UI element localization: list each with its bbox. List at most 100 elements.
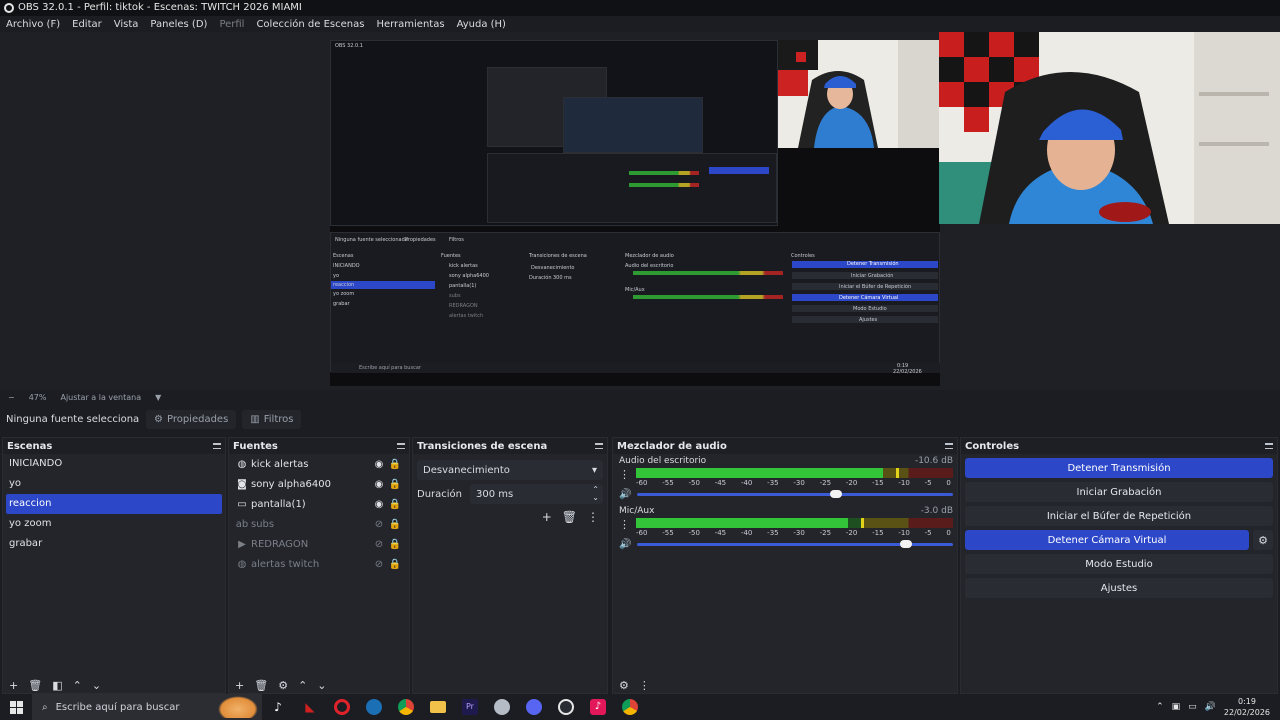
lock-icon[interactable]: 🔒 [387, 479, 403, 490]
gear-icon[interactable]: ⚙ [278, 679, 288, 692]
lock-icon[interactable]: 🔒 [387, 459, 403, 470]
start-replay-buffer-button[interactable]: Iniciar el Búfer de Repetición [965, 506, 1273, 526]
opera-icon[interactable] [326, 694, 358, 720]
scene-item[interactable]: INICIANDO [3, 454, 225, 474]
menu-vista[interactable]: Vista [114, 19, 139, 30]
more-options-icon[interactable]: ⋮ [639, 679, 650, 692]
move-down-icon[interactable]: ⌄ [317, 679, 326, 692]
chevron-up-icon[interactable]: ⌃ [1156, 702, 1164, 712]
scene-item[interactable]: grabar [3, 534, 225, 554]
menu-ayuda[interactable]: Ayuda (H) [457, 19, 506, 30]
preview-area[interactable]: OBS 32.0.1 Ninguna fuente seleccionada P… [0, 32, 1280, 390]
add-icon[interactable]: + [542, 510, 552, 524]
settings-button[interactable]: Ajustes [965, 578, 1273, 598]
properties-button[interactable]: ⚙ Propiedades [146, 409, 237, 429]
scene-item[interactable]: yo [3, 474, 225, 494]
display-icon[interactable]: ▭ [1188, 702, 1197, 712]
scene-item[interactable]: yo zoom [3, 514, 225, 534]
filters-button[interactable]: ▥ Filtros [242, 409, 302, 429]
fit-to-window-label[interactable]: Ajustar a la ventana [60, 393, 141, 402]
dock-undock-icon[interactable] [1265, 443, 1273, 449]
dock-undock-icon[interactable] [595, 443, 603, 449]
source-item[interactable]: ◍ kick alertas ◉ 🔒 [229, 454, 409, 474]
obs-icon[interactable] [550, 694, 582, 720]
eye-hidden-icon[interactable]: ⊘ [371, 559, 387, 570]
tiktok-icon[interactable]: ♪ [262, 694, 294, 720]
volume-slider[interactable] [637, 490, 953, 498]
tiktok-studio-icon[interactable]: ♪ [582, 694, 614, 720]
stop-virtual-camera-button[interactable]: Detener Cámara Virtual [965, 530, 1249, 550]
transition-select[interactable]: Desvanecimiento ▾ [417, 460, 603, 480]
meter-tick-label: -30 [793, 479, 805, 487]
eye-hidden-icon[interactable]: ⊘ [371, 539, 387, 550]
source-item[interactable]: ◙ sony alpha6400 ◉ 🔒 [229, 474, 409, 494]
lock-icon[interactable]: 🔒 [387, 539, 403, 550]
premiere-icon[interactable]: Pr [454, 694, 486, 720]
move-up-icon[interactable]: ⌃ [73, 679, 82, 692]
eye-icon[interactable]: ◉ [371, 479, 387, 490]
clock[interactable]: 0:19 22/02/2026 [1224, 696, 1270, 718]
discord-icon[interactable] [518, 694, 550, 720]
menu-perfil[interactable]: Perfil [219, 19, 244, 30]
duration-input[interactable]: 300 ms ⌃ ⌄ [470, 484, 603, 504]
source-item[interactable]: ◍ alertas twitch ⊘ 🔒 [229, 554, 409, 574]
app-icon[interactable] [486, 694, 518, 720]
taskbar-search[interactable]: ⌕ Escribe aquí para buscar [32, 694, 262, 720]
move-up-icon[interactable]: ⌃ [298, 679, 307, 692]
volume-slider[interactable] [637, 540, 953, 548]
volume-knob[interactable] [830, 490, 843, 498]
add-icon[interactable]: + [235, 679, 244, 692]
start-button[interactable] [0, 694, 32, 720]
dock-undock-icon[interactable] [213, 443, 221, 449]
preview-canvas[interactable]: OBS 32.0.1 Ninguna fuente seleccionada P… [330, 40, 940, 386]
volume-knob[interactable] [899, 540, 912, 548]
network-icon[interactable]: ▣ [1172, 702, 1181, 712]
eye-icon[interactable]: ◉ [371, 499, 387, 510]
filter-icon[interactable]: ◧ [52, 679, 62, 692]
source-item[interactable]: ▭ pantalla(1) ◉ 🔒 [229, 494, 409, 514]
more-options-icon[interactable]: ⋮ [619, 468, 630, 481]
stop-streaming-button[interactable]: Detener Transmisión [965, 458, 1273, 478]
move-down-icon[interactable]: ⌄ [92, 679, 101, 692]
scene-item-selected[interactable]: reaccion [6, 494, 222, 514]
virtual-camera-gear-icon[interactable]: ⚙ [1253, 530, 1273, 550]
speaker-icon[interactable]: 🔊 [619, 539, 631, 550]
menu-coleccion-escenas[interactable]: Colección de Escenas [256, 19, 364, 30]
start-recording-button[interactable]: Iniciar Grabación [965, 482, 1273, 502]
lock-icon[interactable]: 🔒 [387, 559, 403, 570]
lock-icon[interactable]: 🔒 [387, 499, 403, 510]
eye-hidden-icon[interactable]: ⊘ [371, 519, 387, 530]
more-options-icon[interactable]: ⋮ [619, 518, 630, 531]
chrome-profile-icon[interactable] [614, 694, 646, 720]
add-icon[interactable]: + [9, 679, 18, 692]
zoom-minus-button[interactable]: − [8, 393, 15, 402]
studio-mode-button[interactable]: Modo Estudio [965, 554, 1273, 574]
trash-icon[interactable]: 🗑 [28, 679, 42, 692]
nested-search: Escribe aquí para buscar [359, 365, 421, 371]
steam-icon[interactable] [358, 694, 390, 720]
advanced-audio-icon[interactable]: ⚙ [619, 679, 629, 692]
dock-undock-icon[interactable] [397, 443, 405, 449]
lock-icon[interactable]: 🔒 [387, 519, 403, 530]
menu-herramientas[interactable]: Herramientas [376, 19, 444, 30]
source-item[interactable]: ▶ REDRAGON ⊘ 🔒 [229, 534, 409, 554]
menu-archivo[interactable]: Archivo (F) [6, 19, 60, 30]
source-item[interactable]: ab subs ⊘ 🔒 [229, 514, 409, 534]
trash-icon[interactable]: 🗑 [562, 510, 577, 524]
fit-dropdown-icon[interactable]: ▼ [155, 393, 161, 402]
chrome-icon[interactable] [390, 694, 422, 720]
meter-tick-label: -55 [662, 529, 674, 537]
redragon-icon[interactable]: ◣ [294, 694, 326, 720]
window-title: OBS 32.0.1 - Perfil: tiktok - Escenas: T… [18, 2, 302, 13]
menu-editar[interactable]: Editar [72, 19, 102, 30]
menu-paneles[interactable]: Paneles (D) [150, 19, 207, 30]
dock-undock-icon[interactable] [945, 443, 953, 449]
eye-icon[interactable]: ◉ [371, 459, 387, 470]
stepper-icon[interactable]: ⌃ ⌄ [592, 486, 599, 502]
folder-icon[interactable] [422, 694, 454, 720]
more-options-icon[interactable]: ⋮ [587, 510, 599, 524]
nested-source-1: sony alpha6400 [449, 273, 489, 279]
speaker-icon[interactable]: 🔊 [619, 489, 631, 500]
volume-icon[interactable]: 🔊 [1205, 702, 1216, 712]
trash-icon[interactable]: 🗑 [254, 679, 268, 692]
